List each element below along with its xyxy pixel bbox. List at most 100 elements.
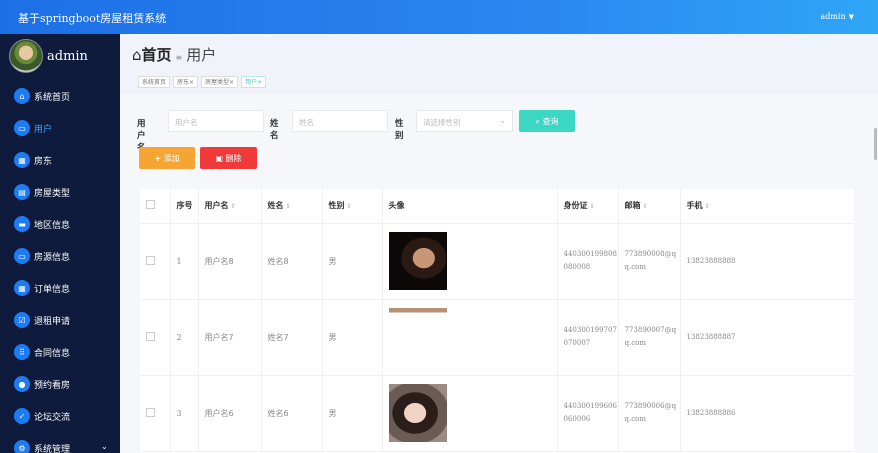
- content-panel: 用户名 用户名 姓名 姓名 性别 请选择性别 ⌄ ⌕ 查询 + 添加 ▣ 删除 序…: [120, 94, 878, 453]
- row-index: 2: [170, 299, 199, 376]
- tab-3[interactable]: 用户×: [241, 76, 267, 88]
- column-header-label: 性别: [328, 201, 345, 211]
- row-index: 1: [170, 223, 199, 300]
- row-gender: 男: [322, 223, 383, 300]
- sort-icon[interactable]: ⇕: [231, 203, 236, 210]
- home-icon: ⌂: [14, 88, 30, 104]
- sidebar-item-3[interactable]: ▤ 房屋类型: [0, 176, 120, 208]
- tab-label: 用户: [245, 79, 258, 86]
- table-row: 1 用户名8 姓名8 男 440300199808080008 773890008@qq.…: [140, 223, 854, 300]
- gender-select[interactable]: 请选择性别 ⌄: [416, 110, 513, 132]
- add-button[interactable]: + 添加: [139, 147, 195, 169]
- sidebar-item-label: 系统管理: [34, 445, 71, 453]
- row-username: 用户名6: [198, 375, 262, 452]
- row-id-card: 440300199707070007: [557, 299, 619, 376]
- sort-icon[interactable]: ⇕: [347, 203, 352, 210]
- thumb-icon: ✓: [14, 408, 30, 424]
- sidebar-item-10[interactable]: ✓ 论坛交流: [0, 400, 120, 432]
- main: ⌂首页≡用户 系统首页房东×房屋类型×用户× 用户名 用户名 姓名 姓名 性别 …: [120, 34, 878, 453]
- close-icon[interactable]: ×: [257, 79, 262, 86]
- row-phone: 13823888886: [680, 375, 854, 452]
- sort-icon[interactable]: ⇕: [705, 203, 710, 210]
- tab-2[interactable]: 房屋类型×: [201, 76, 239, 88]
- sidebar-item-8[interactable]: ⠿ 合同信息: [0, 336, 120, 368]
- sidebar-item-label: 系统首页: [34, 93, 71, 103]
- search-button[interactable]: ⌕ 查询: [519, 110, 575, 132]
- tab-1[interactable]: 房东×: [173, 76, 199, 88]
- row-index: 3: [170, 375, 199, 452]
- column-header: 性别 ⇕: [322, 189, 383, 224]
- tab-label: 房屋类型: [205, 79, 230, 86]
- sidebar-item-5[interactable]: ▭ 房源信息: [0, 240, 120, 272]
- column-header: 序号: [170, 189, 199, 224]
- row-email: 773890006@qq.com: [618, 375, 681, 452]
- sidebar-item-label: 地区信息: [34, 221, 71, 231]
- column-header: 邮箱 ⇕: [618, 189, 681, 224]
- home-icon: ⌂: [132, 46, 142, 64]
- monitor-icon: ▭: [14, 120, 30, 136]
- row-phone: 13823888888: [680, 223, 854, 300]
- sidebar-item-label: 订单信息: [34, 285, 71, 295]
- sidebar-item-label: 合同信息: [34, 349, 71, 359]
- column-header-label: 姓名: [267, 201, 284, 211]
- row-avatar-cell: [382, 299, 558, 376]
- sidebar-item-4[interactable]: ▬ 地区信息: [0, 208, 120, 240]
- user-menu[interactable]: admin ▼: [820, 12, 854, 21]
- table-header-row: 序号用户名⇕姓名⇕性别⇕头像身份证⇕邮箱⇕手机⇕操作: [140, 189, 854, 224]
- sidebar-item-2[interactable]: ▦ 房东: [0, 144, 120, 176]
- column-header: 头像: [382, 189, 558, 224]
- profile: admin: [0, 34, 120, 80]
- row-checkbox[interactable]: [146, 331, 155, 341]
- column-header: 手机 ⇕: [680, 189, 854, 224]
- name-label: 姓名: [270, 119, 279, 141]
- name-input[interactable]: 姓名: [292, 110, 388, 132]
- sidebar-item-0[interactable]: ⌂ 系统首页: [0, 80, 120, 112]
- chat-icon: ▬: [14, 216, 30, 232]
- add-button-label: 添加: [163, 154, 180, 163]
- sidebar-item-7[interactable]: ☑ 退租申请: [0, 304, 120, 336]
- sidebar-item-6[interactable]: ▦ 订单信息: [0, 272, 120, 304]
- trash-icon: ▣: [215, 154, 223, 163]
- column-header-label: 邮箱: [624, 201, 641, 211]
- sort-icon[interactable]: ⇕: [590, 203, 595, 210]
- delete-button[interactable]: ▣ 删除: [200, 147, 257, 169]
- row-checkbox-cell: [140, 375, 171, 452]
- avatar: [9, 39, 43, 73]
- tab-bar: 系统首页 房东× 房屋类型× 用户×: [138, 76, 267, 89]
- row-avatar-cell: [382, 375, 558, 452]
- sidebar-username: admin: [47, 49, 88, 64]
- sidebar-item-1[interactable]: ▭ 用户: [0, 112, 120, 144]
- column-header-label: 手机: [686, 201, 703, 211]
- row-checkbox[interactable]: [146, 407, 155, 417]
- select-all-checkbox-cell: [140, 189, 171, 224]
- close-icon[interactable]: ×: [229, 79, 234, 86]
- sort-icon[interactable]: ⇕: [286, 203, 291, 210]
- user-table: 序号用户名⇕姓名⇕性别⇕头像身份证⇕邮箱⇕手机⇕操作 1用户名8姓名8男4403…: [140, 189, 854, 453]
- sidebar-item-label: 论坛交流: [34, 413, 71, 423]
- dots-grid-icon: ⠿: [14, 344, 30, 360]
- scrollbar[interactable]: [874, 128, 877, 160]
- close-icon[interactable]: ×: [189, 79, 194, 86]
- row-email: 773890007@qq.com: [618, 299, 681, 376]
- sidebar-item-label: 房屋类型: [34, 189, 71, 199]
- column-header-label: 头像: [388, 201, 405, 211]
- grid-icon: ▦: [14, 280, 30, 296]
- tab-0[interactable]: 系统首页: [138, 76, 171, 88]
- plus-icon: +: [154, 154, 162, 163]
- column-header: 姓名 ⇕: [261, 189, 323, 224]
- avatar-image: [388, 308, 447, 366]
- search-icon: ⌕: [535, 117, 540, 126]
- sort-icon[interactable]: ⇕: [643, 203, 648, 210]
- sidebar-item-11[interactable]: ⚙ 系统管理 ⌄: [0, 432, 120, 453]
- breadcrumb-home[interactable]: 首页: [142, 46, 172, 64]
- row-avatar-cell: [382, 223, 558, 300]
- column-header: 身份证 ⇕: [557, 189, 619, 224]
- column-header-label: 身份证: [563, 201, 588, 211]
- person-icon: ●: [14, 376, 30, 392]
- select-all-checkbox[interactable]: [146, 200, 155, 210]
- username-input[interactable]: 用户名: [168, 110, 264, 132]
- sidebar-item-9[interactable]: ● 预约看房: [0, 368, 120, 400]
- grid-icon: ▦: [14, 152, 30, 168]
- top-bar: 基于springboot房屋租赁系统 admin ▼: [0, 0, 878, 34]
- row-checkbox[interactable]: [146, 255, 155, 265]
